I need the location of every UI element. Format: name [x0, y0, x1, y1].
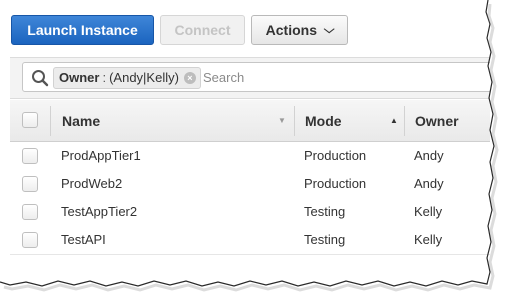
console-panel: Launch Instance Connect Actions ⌵ Owner … [0, 0, 490, 282]
row-mode: Testing [304, 232, 346, 247]
column-header-name-label: Name [62, 112, 101, 129]
select-all-checkbox[interactable] [22, 112, 38, 128]
column-header-name[interactable]: Name [62, 100, 292, 141]
table-row[interactable]: TestAppTier2 Testing Kelly [10, 198, 490, 227]
filter-token-key: Owner [59, 70, 100, 85]
sort-ascending-icon[interactable]: ▲ [390, 116, 398, 125]
column-header-mode-label: Mode [305, 112, 342, 129]
column-divider [294, 106, 295, 136]
actions-button[interactable]: Actions ⌵ [251, 15, 348, 45]
filter-token-value: (Andy|Kelly) [109, 70, 179, 85]
chevron-down-icon: ⌵ [323, 23, 335, 36]
table-row[interactable]: TestAPI Testing Kelly [10, 226, 490, 255]
row-checkbox[interactable] [22, 232, 38, 248]
search-input[interactable]: Owner : (Andy|Kelly) × Search [22, 62, 490, 92]
row-owner: Andy [414, 176, 444, 191]
row-mode: Production [304, 176, 367, 191]
table-row[interactable]: ProdAppTier1 Production Andy [10, 142, 490, 171]
search-icon [32, 70, 49, 87]
row-checkbox[interactable] [22, 204, 38, 220]
filter-token[interactable]: Owner : (Andy|Kelly) × [53, 67, 201, 89]
row-owner: Kelly [414, 204, 443, 219]
row-mode: Production [304, 148, 367, 163]
row-checkbox[interactable] [22, 176, 38, 192]
close-icon[interactable]: × [183, 72, 196, 84]
row-name: ProdAppTier1 [61, 148, 141, 163]
column-divider [50, 106, 51, 136]
column-divider [404, 106, 405, 136]
row-mode: Testing [304, 204, 346, 219]
table-header: Name ▼ Mode ▲ Owner [10, 100, 490, 142]
filter-token-separator: : [102, 70, 107, 85]
launch-instance-button[interactable]: Launch Instance [11, 15, 154, 45]
filter-bar: Owner : (Andy|Kelly) × Search [10, 57, 490, 99]
connect-button[interactable]: Connect [160, 15, 245, 45]
column-header-owner[interactable]: Owner [415, 100, 490, 141]
actions-label: Actions [265, 22, 317, 38]
row-name: TestAPI [61, 232, 106, 247]
sort-icon[interactable]: ▼ [278, 116, 286, 125]
search-placeholder: Search [203, 70, 245, 85]
table-row[interactable]: ProdWeb2 Production Andy [10, 170, 490, 199]
row-name: TestAppTier2 [61, 204, 138, 219]
row-name: ProdWeb2 [61, 176, 123, 191]
column-header-owner-label: Owner [415, 112, 459, 129]
row-checkbox[interactable] [22, 148, 38, 164]
row-owner: Kelly [414, 232, 443, 247]
row-owner: Andy [414, 148, 444, 163]
